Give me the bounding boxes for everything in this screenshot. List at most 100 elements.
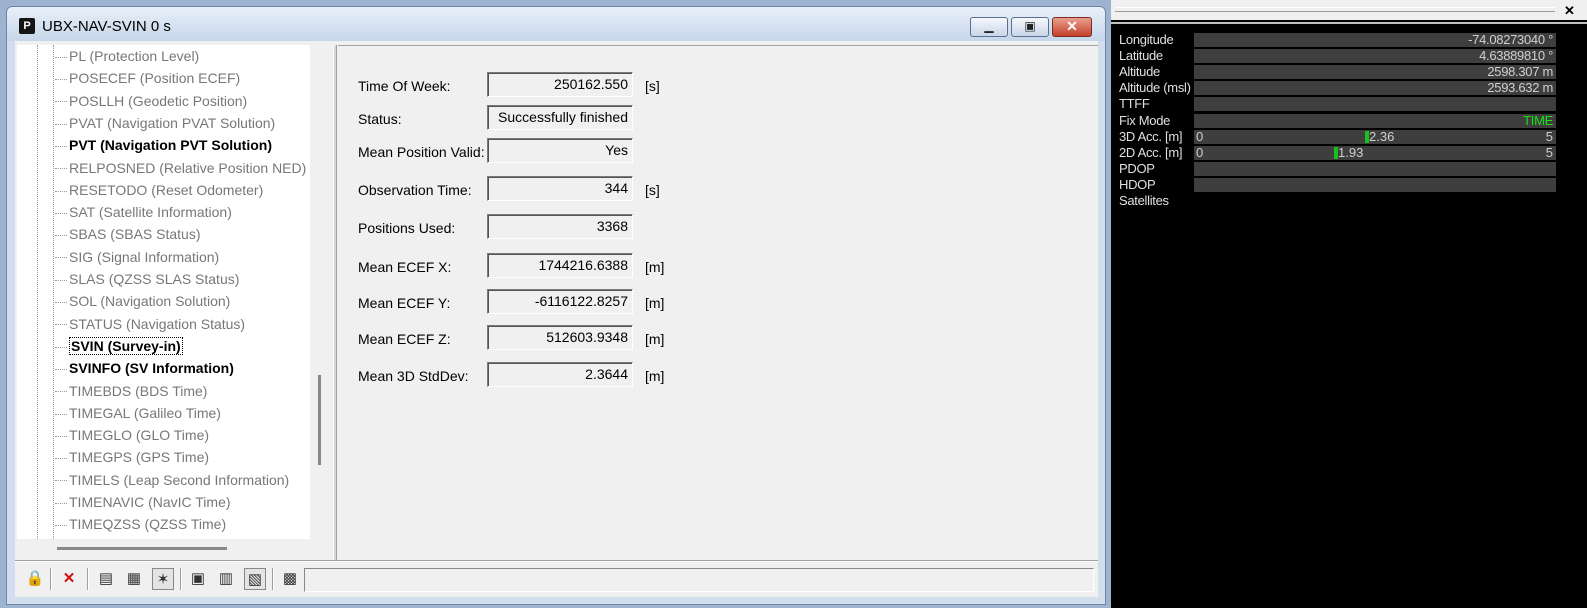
tree-item[interactable]: TIMELS (Leap Second Information) bbox=[55, 470, 289, 490]
tree-connector bbox=[55, 123, 67, 125]
field-unit: [m] bbox=[645, 295, 665, 311]
minimize-button[interactable]: ▁ bbox=[970, 17, 1008, 37]
tree-item[interactable]: SLAS (QZSS SLAS Status) bbox=[55, 269, 239, 289]
tree-connector bbox=[55, 212, 67, 214]
scrollbar-thumb[interactable] bbox=[57, 547, 227, 550]
data-row-bar: -74.08273040 ° bbox=[1194, 32, 1556, 47]
field-unit: [m] bbox=[645, 331, 665, 347]
close-button[interactable]: ✕ bbox=[1052, 17, 1092, 37]
tree-item[interactable]: SVINFO (SV Information) bbox=[55, 358, 234, 378]
tree-item[interactable]: TIMEGLO (GLO Time) bbox=[55, 425, 209, 445]
data-row: Satellites bbox=[1119, 193, 1559, 209]
data-row-bar: 0 5 1.93 bbox=[1194, 144, 1556, 160]
tree-item-label: TIMELS (Leap Second Information) bbox=[69, 471, 290, 488]
tree-item[interactable]: SVIN (Survey-in) bbox=[55, 336, 183, 356]
tree-connector bbox=[55, 101, 67, 103]
tree-item[interactable]: SAT (Satellite Information) bbox=[55, 202, 232, 222]
tree-item-label: SLAS (QZSS SLAS Status) bbox=[69, 271, 240, 287]
tree-connector bbox=[55, 324, 67, 326]
tree-item[interactable]: PVAT (Navigation PVAT Solution) bbox=[55, 113, 275, 133]
tree-item[interactable]: TIMENAVIC (NavIC Time) bbox=[55, 492, 231, 512]
auto-config-icon[interactable]: ✶ bbox=[152, 568, 174, 590]
tree-item[interactable]: POSLLH (Geodetic Position) bbox=[55, 91, 247, 111]
data-row-label: PDOP bbox=[1119, 160, 1155, 176]
tree-item-label: PVAT (Navigation PVAT Solution) bbox=[69, 114, 276, 131]
tree-item[interactable]: RESETODO (Reset Odometer) bbox=[55, 180, 263, 200]
tree-item[interactable]: RELPOSNED (Relative Position NED) bbox=[55, 158, 306, 178]
data-row-bar bbox=[1194, 161, 1556, 176]
tree-connector bbox=[55, 525, 67, 527]
tree-item[interactable]: PVT (Navigation PVT Solution) bbox=[55, 135, 272, 155]
main-window: P UBX-NAV-SVIN 0 s ▁ ▣ ✕ PL (Protection … bbox=[6, 6, 1106, 605]
tree-item[interactable]: SIG (Signal Information) bbox=[55, 247, 219, 267]
tree-item[interactable]: SOL (Navigation Solution) bbox=[55, 291, 230, 311]
field-unit: [s] bbox=[645, 78, 660, 94]
scroll-icon[interactable]: ▧ bbox=[244, 568, 266, 590]
scale-max: 5 bbox=[1545, 128, 1553, 144]
scrollbar-thumb[interactable] bbox=[318, 375, 321, 465]
tree-item-label: TIMEGAL (Galileo Time) bbox=[69, 404, 221, 421]
data-row-label: Fix Mode bbox=[1119, 112, 1171, 128]
divider bbox=[15, 560, 1098, 562]
tree-item-label: PVT (Navigation PVT Solution) bbox=[69, 137, 272, 154]
field-value: 512603.9348 bbox=[487, 325, 633, 350]
tree-item-label: TIMENAVIC (NavIC Time) bbox=[69, 494, 231, 510]
tree-item[interactable]: TIMEGPS (GPS Time) bbox=[55, 447, 209, 467]
data-view-panel: ✕ Longitude -74.08273040 ° Latitude 4.63889… bbox=[1111, 0, 1587, 608]
tree-vertical-scrollbar[interactable] bbox=[313, 45, 331, 539]
data-row-bar: TIME bbox=[1194, 112, 1556, 128]
copy-icon[interactable]: ▤ bbox=[95, 568, 117, 590]
receive-icon[interactable]: ▩ bbox=[279, 568, 301, 590]
data-row-label: TTFF bbox=[1119, 96, 1150, 112]
data-row-value: -74.08273040 ° bbox=[1468, 32, 1553, 47]
panel-header[interactable]: ✕ bbox=[1111, 0, 1587, 20]
scale-max: 5 bbox=[1545, 144, 1553, 160]
svin-form: Time Of Week: 250162.550 [s] Status: Success… bbox=[338, 45, 1098, 559]
delete-icon[interactable]: ✕ bbox=[58, 568, 80, 590]
tree-connector bbox=[55, 190, 67, 192]
close-icon[interactable]: ✕ bbox=[1564, 3, 1575, 19]
tree-item-label: TIMEGLO (GLO Time) bbox=[69, 427, 210, 444]
data-row-label: Satellites bbox=[1119, 193, 1169, 208]
tree-connector bbox=[55, 413, 67, 415]
tree-item[interactable]: TIMEBDS (BDS Time) bbox=[55, 381, 207, 401]
tree-horizontal-scrollbar[interactable] bbox=[17, 541, 310, 555]
data-row-label: Longitude bbox=[1119, 32, 1174, 47]
tree-item-label: SIG (Signal Information) bbox=[69, 248, 220, 265]
tree-connector bbox=[55, 502, 67, 504]
data-view-body: Longitude -74.08273040 ° Latitude 4.6388981… bbox=[1111, 22, 1587, 608]
field-unit: [s] bbox=[645, 182, 660, 198]
drag-grip[interactable] bbox=[1115, 7, 1555, 12]
tree-connector bbox=[55, 235, 67, 237]
accuracy-marker-label: 1.93 bbox=[1338, 144, 1364, 160]
export-icon[interactable]: ▣ bbox=[187, 568, 209, 590]
tree-item[interactable]: TIMEQZSS (QZSS Time) bbox=[55, 514, 226, 534]
import-icon[interactable]: ▥ bbox=[215, 568, 237, 590]
close-icon: ✕ bbox=[1066, 18, 1078, 34]
data-row-value: TIME bbox=[1523, 112, 1553, 128]
settings-list-icon[interactable]: ▦ bbox=[123, 568, 145, 590]
minimize-icon: ▁ bbox=[984, 19, 994, 33]
field-value: Yes bbox=[487, 138, 633, 163]
message-tree[interactable]: PL (Protection Level) POSECEF (Position E… bbox=[17, 45, 310, 539]
title-bar[interactable]: P UBX-NAV-SVIN 0 s ▁ ▣ ✕ bbox=[7, 7, 1105, 41]
tree-item-label: TIMEGPS (GPS Time) bbox=[69, 449, 210, 466]
data-row-bar bbox=[1194, 177, 1556, 192]
tree-connector bbox=[55, 391, 67, 393]
field-value: 250162.550 bbox=[487, 72, 633, 97]
data-row: Altitude 2598.307 m bbox=[1119, 64, 1559, 80]
restore-button[interactable]: ▣ bbox=[1011, 17, 1049, 37]
field-label: Time Of Week: bbox=[358, 78, 451, 94]
tree-item[interactable]: SBAS (SBAS Status) bbox=[55, 224, 201, 244]
data-row: Fix Mode TIME bbox=[1119, 113, 1559, 129]
tree-item[interactable]: STATUS (Navigation Status) bbox=[55, 314, 245, 334]
tree-item-label: POSECEF (Position ECEF) bbox=[69, 70, 241, 87]
field-value: 344 bbox=[487, 176, 633, 201]
tree-item[interactable]: PL (Protection Level) bbox=[55, 46, 199, 66]
pane-splitter[interactable] bbox=[333, 45, 337, 561]
tree-item-label: RELPOSNED (Relative Position NED) bbox=[69, 159, 307, 176]
field-label: Mean ECEF X: bbox=[358, 259, 452, 275]
tree-item[interactable]: TIMEGAL (Galileo Time) bbox=[55, 403, 221, 423]
lock-icon[interactable]: 🔒 bbox=[24, 568, 46, 590]
tree-item[interactable]: POSECEF (Position ECEF) bbox=[55, 68, 240, 88]
